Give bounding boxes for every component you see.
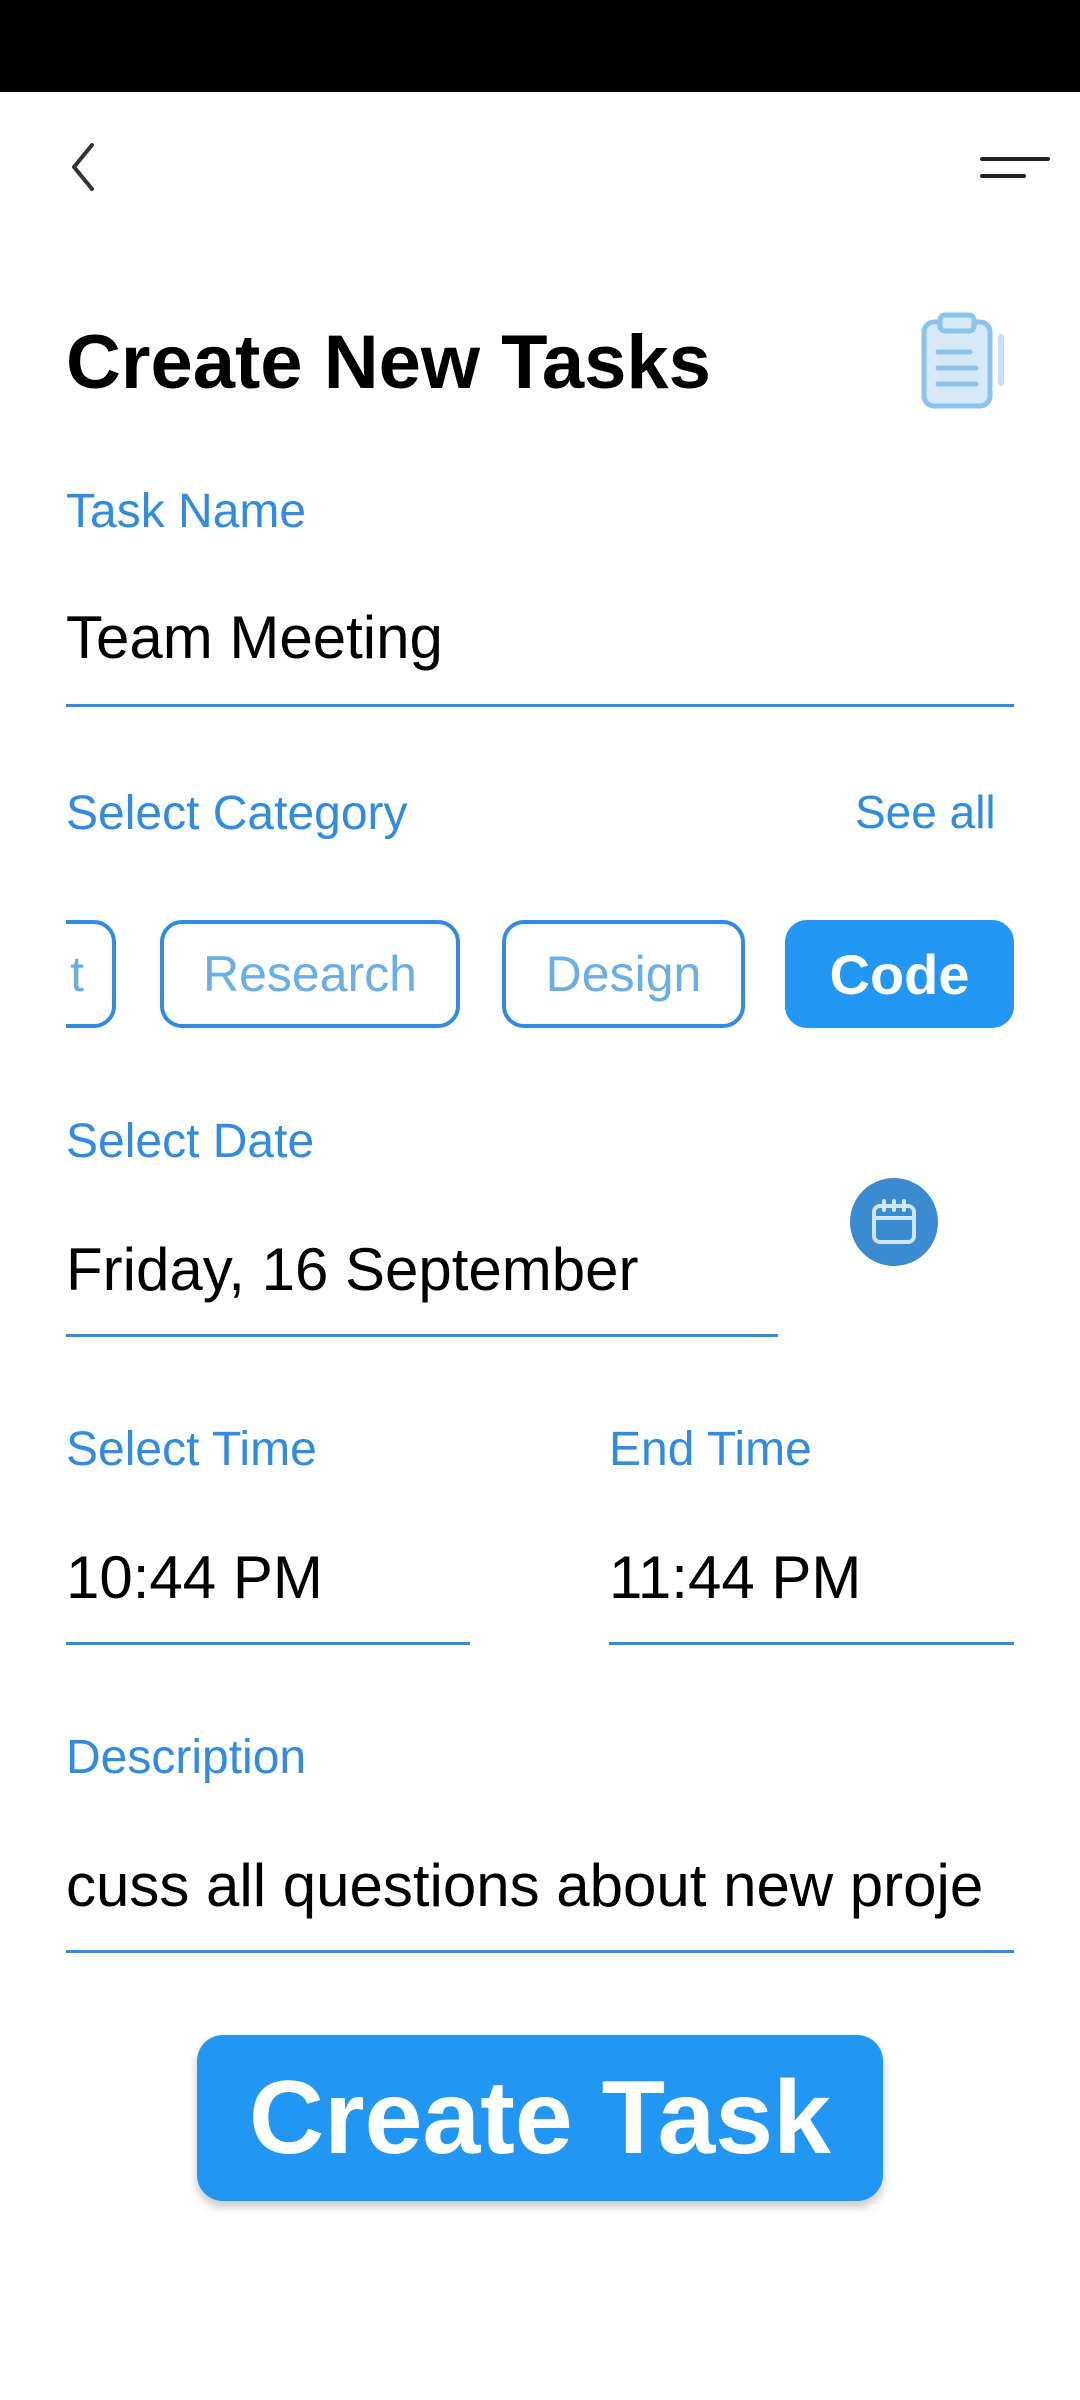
date-underline xyxy=(66,1334,778,1337)
category-chip-code[interactable]: Code xyxy=(785,920,1014,1028)
page-title: Create New Tasks xyxy=(66,320,711,405)
end-time-input[interactable]: 11:44 PM xyxy=(609,1542,1009,1614)
category-chip-label: t xyxy=(70,946,84,1002)
description-underline xyxy=(66,1950,1014,1953)
date-label: Select Date xyxy=(66,1115,315,1168)
see-all-link[interactable]: See all xyxy=(855,782,996,842)
status-bar xyxy=(0,0,1080,92)
category-chip-research[interactable]: Research xyxy=(160,920,460,1028)
category-chip[interactable]: t xyxy=(66,920,116,1028)
category-chip-label: Research xyxy=(203,946,417,1002)
category-chips: t Research Design Code xyxy=(66,920,1014,1028)
menu-lines-icon xyxy=(980,157,1050,178)
menu-button[interactable] xyxy=(970,140,1050,196)
chevron-left-icon xyxy=(72,143,94,191)
clipboard-icon xyxy=(920,312,1010,412)
description-label: Description xyxy=(66,1731,307,1784)
create-task-button[interactable]: Create Task xyxy=(197,2035,883,2201)
calendar-icon xyxy=(872,1199,916,1244)
task-name-label: Task Name xyxy=(66,485,307,538)
category-chip-label: Code xyxy=(829,942,970,1006)
end-time-label: End Time xyxy=(609,1423,812,1476)
start-time-label: Select Time xyxy=(66,1423,317,1476)
back-button[interactable] xyxy=(52,132,112,202)
category-chip-label: Design xyxy=(545,946,702,1002)
end-time-underline xyxy=(609,1642,1014,1645)
calendar-button[interactable] xyxy=(850,1178,938,1266)
start-time-input[interactable]: 10:44 PM xyxy=(66,1542,466,1614)
description-input[interactable]: cuss all questions about new proje xyxy=(66,1850,1014,1922)
category-chip-design[interactable]: Design xyxy=(502,920,745,1028)
category-label: Select Category xyxy=(66,787,408,840)
date-input[interactable]: Friday, 16 September xyxy=(66,1234,766,1306)
task-name-underline xyxy=(66,704,1014,707)
task-name-input[interactable]: Team Meeting xyxy=(66,602,1014,674)
start-time-underline xyxy=(66,1642,470,1645)
